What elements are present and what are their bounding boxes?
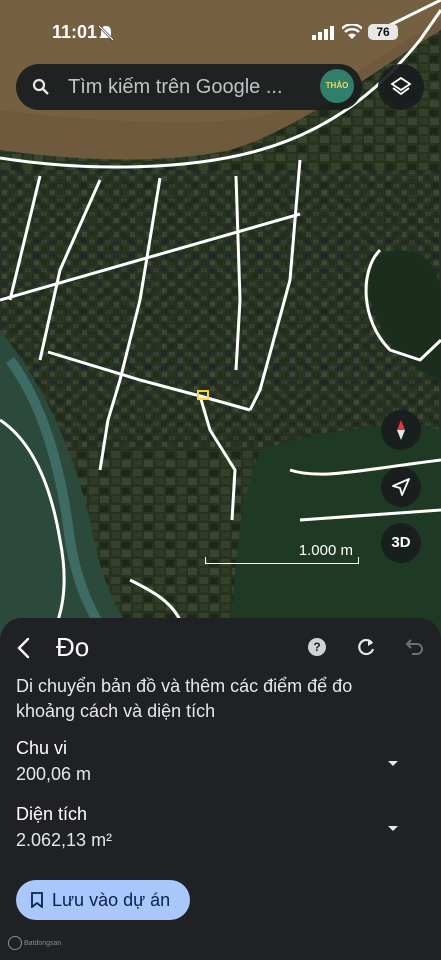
3d-view-button[interactable]: 3D — [381, 523, 421, 563]
bell-muted-icon — [98, 25, 114, 41]
measure-sheet: Đo ? Di chuyển bản đồ và thêm các điểm đ… — [0, 618, 441, 960]
sheet-title: Đo — [56, 632, 90, 662]
redo-icon[interactable] — [355, 636, 377, 658]
area-label: Diện tích — [16, 804, 88, 824]
bookmark-icon — [31, 892, 43, 908]
area-value: 2.062,13 m² — [16, 830, 113, 850]
perimeter-value: 200,06 m — [16, 764, 92, 784]
status-bar: 11:01 76 — [0, 0, 441, 62]
help-icon[interactable]: ? — [308, 638, 326, 656]
layers-icon — [390, 76, 412, 96]
perimeter-label: Chu vi — [16, 738, 68, 758]
location-arrow-icon — [392, 478, 410, 496]
watermark-text: Batdongsan — [23, 939, 62, 947]
map-view[interactable]: 11:01 76 Tìm kiếm trên Google ... THẢO T… — [0, 0, 441, 640]
instruction-text: Di chuyển bản đồ và thêm các điểm để đo … — [16, 676, 353, 721]
save-button-label: Lưu vào dự án — [52, 890, 171, 910]
search-input[interactable]: Tìm kiếm trên Google ... — [68, 76, 318, 99]
avatar[interactable]: THẢO TẤN — [320, 69, 354, 103]
search-bar[interactable]: Tìm kiếm trên Google ... THẢO TẤN — [16, 64, 362, 110]
save-to-project-button[interactable]: Lưu vào dự án — [16, 880, 190, 920]
back-arrow-icon[interactable] — [14, 636, 34, 660]
watermark-logo-icon — [8, 936, 22, 950]
area-dropdown-icon[interactable] — [384, 819, 402, 837]
compass-icon — [397, 420, 405, 440]
cellular-signal-icon — [312, 26, 334, 40]
status-time: 11:01 — [52, 22, 98, 42]
search-icon — [32, 78, 49, 95]
undo-icon[interactable] — [402, 636, 424, 658]
battery-indicator: 76 — [368, 24, 398, 40]
compass-button[interactable] — [381, 410, 421, 450]
layers-button[interactable] — [378, 64, 424, 110]
wifi-icon — [342, 24, 362, 39]
watermark: Batdongsan — [8, 936, 61, 950]
scale-line — [205, 557, 359, 564]
perimeter-dropdown-icon[interactable] — [384, 754, 402, 772]
scale-bar: 1.000 m — [205, 542, 359, 564]
my-location-button[interactable] — [381, 467, 421, 507]
